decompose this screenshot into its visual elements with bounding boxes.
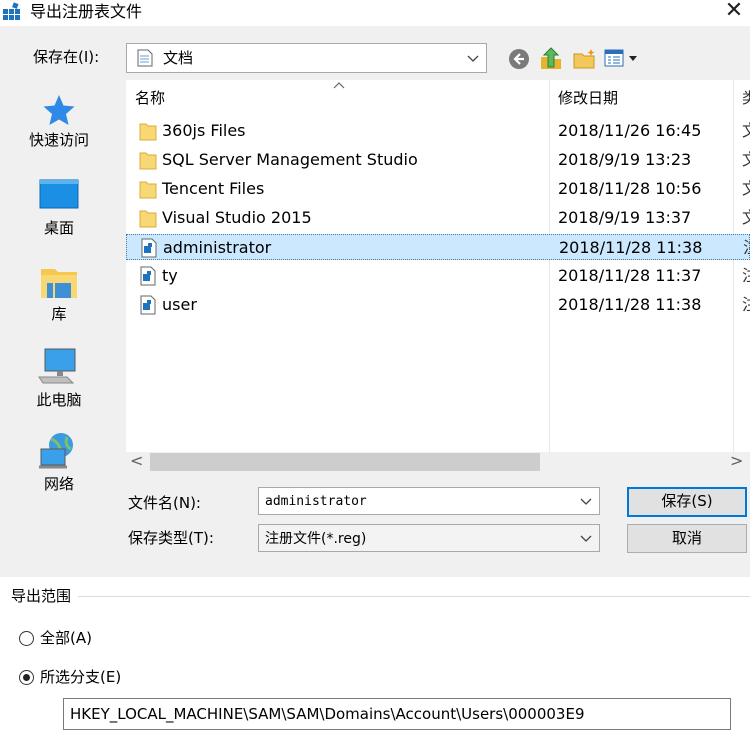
- file-row-selected[interactable]: administrator 2018/11/28 11:38 注: [126, 234, 750, 260]
- filetype-label: 保存类型(T):: [128, 529, 214, 547]
- radio-all-label[interactable]: 全部(A): [40, 628, 92, 648]
- file-name: Tencent Files: [162, 179, 265, 198]
- documents-icon: [137, 49, 153, 67]
- file-date: 2018/11/28 11:38: [558, 295, 702, 314]
- file-list[interactable]: 名称 修改日期 类 360js Files 2018/11/26 16:45 文…: [126, 80, 750, 452]
- filename-label: 文件名(N):: [128, 494, 201, 512]
- file-type: 注: [742, 295, 750, 315]
- sort-ascending-icon: [333, 82, 345, 89]
- registry-file-icon: [141, 238, 157, 258]
- scrollbar-thumb[interactable]: [150, 453, 540, 471]
- chevron-down-icon[interactable]: [577, 492, 595, 510]
- file-row[interactable]: Tencent Files 2018/11/28 10:56 文: [126, 176, 750, 202]
- file-name: SQL Server Management Studio: [162, 150, 418, 169]
- save-in-label: 保存在(I):: [33, 48, 100, 66]
- close-button[interactable]: ✕: [722, 0, 746, 24]
- radio-branch-label[interactable]: 所选分支(E): [40, 667, 121, 687]
- file-date: 2018/9/19 13:23: [558, 150, 692, 169]
- scroll-left-button[interactable]: <: [130, 451, 143, 470]
- save-in-value: 文档: [163, 49, 194, 67]
- filetype-select[interactable]: 注册文件(*.reg): [258, 524, 600, 552]
- places-bar: 快速访问 桌面 库 此电脑 网络: [0, 83, 118, 503]
- place-desktop[interactable]: 桌面: [0, 179, 118, 238]
- view-menu-icon[interactable]: [603, 48, 643, 70]
- file-name: ty: [162, 266, 178, 285]
- file-row[interactable]: user 2018/11/28 11:38 注: [126, 292, 750, 318]
- save-in-dropdown[interactable]: 文档: [126, 43, 487, 73]
- save-button[interactable]: 保存(S): [627, 487, 747, 517]
- desktop-icon: [39, 179, 79, 209]
- title-bar: 导出注册表文件 ✕: [0, 0, 750, 26]
- place-network[interactable]: 网络: [0, 431, 118, 494]
- filetype-value: 注册文件(*.reg): [265, 531, 367, 547]
- file-date: 2018/11/28 11:38: [559, 238, 703, 257]
- file-date: 2018/11/26 16:45: [558, 121, 702, 140]
- new-folder-icon[interactable]: [572, 48, 598, 70]
- radio-branch[interactable]: [19, 670, 34, 685]
- place-libraries[interactable]: 库: [0, 263, 118, 324]
- filename-input[interactable]: administrator: [258, 487, 600, 515]
- file-row[interactable]: 360js Files 2018/11/26 16:45 文: [126, 118, 750, 144]
- file-name: administrator: [163, 238, 272, 257]
- folder-icon: [139, 152, 157, 170]
- window-title: 导出注册表文件: [30, 2, 143, 21]
- up-folder-icon[interactable]: [539, 47, 563, 71]
- place-label: 网络: [43, 475, 74, 493]
- column-header-name[interactable]: 名称: [135, 88, 165, 108]
- folder-icon: [139, 123, 157, 141]
- filename-value: administrator: [265, 494, 367, 509]
- place-label: 快速访问: [28, 131, 89, 149]
- back-icon[interactable]: [508, 48, 530, 70]
- file-type: 文: [742, 150, 750, 170]
- file-type: 文: [742, 208, 750, 228]
- chevron-down-icon: [580, 535, 592, 542]
- file-row[interactable]: Visual Studio 2015 2018/9/19 13:37 文: [126, 205, 750, 231]
- registry-file-icon: [140, 266, 156, 286]
- column-header-date[interactable]: 修改日期: [558, 88, 618, 108]
- group-divider: [78, 596, 750, 597]
- place-quick-access[interactable]: 快速访问: [0, 93, 118, 150]
- computer-icon: [38, 348, 76, 384]
- folder-icon: [139, 210, 157, 228]
- horizontal-scrollbar[interactable]: < >: [126, 451, 750, 472]
- network-icon: [39, 433, 73, 469]
- scroll-right-button[interactable]: >: [730, 451, 743, 470]
- file-name: Visual Studio 2015: [162, 208, 312, 227]
- branch-path-value: HKEY_LOCAL_MACHINE\SAM\SAM\Domains\Accou…: [70, 705, 585, 723]
- radio-selected-dot: [23, 674, 30, 681]
- library-icon: [41, 269, 77, 298]
- file-date: 2018/11/28 10:56: [558, 179, 702, 198]
- registry-editor-icon: [3, 2, 20, 20]
- column-header-type[interactable]: 类: [742, 88, 750, 108]
- chevron-down-icon: [467, 55, 479, 62]
- file-type: 注: [742, 266, 750, 286]
- branch-path-input[interactable]: HKEY_LOCAL_MACHINE\SAM\SAM\Domains\Accou…: [63, 698, 731, 730]
- file-date: 2018/9/19 13:37: [558, 208, 692, 227]
- file-type: 文: [742, 121, 750, 141]
- file-name: user: [162, 295, 197, 314]
- file-row[interactable]: SQL Server Management Studio 2018/9/19 1…: [126, 147, 750, 173]
- file-type: 注: [743, 238, 750, 258]
- file-row[interactable]: ty 2018/11/28 11:37 注: [126, 263, 750, 289]
- cancel-button[interactable]: 取消: [627, 524, 747, 553]
- place-label: 库: [51, 305, 67, 323]
- file-name: 360js Files: [162, 121, 246, 140]
- radio-all[interactable]: [19, 631, 34, 646]
- place-label: 桌面: [43, 219, 74, 237]
- folder-icon: [139, 181, 157, 199]
- registry-file-icon: [140, 295, 156, 315]
- star-icon: [43, 95, 75, 125]
- file-type: 文: [742, 179, 750, 199]
- place-label: 此电脑: [36, 391, 82, 409]
- place-this-pc[interactable]: 此电脑: [0, 347, 118, 410]
- export-range-title: 导出范围: [11, 587, 72, 605]
- file-date: 2018/11/28 11:37: [558, 266, 702, 285]
